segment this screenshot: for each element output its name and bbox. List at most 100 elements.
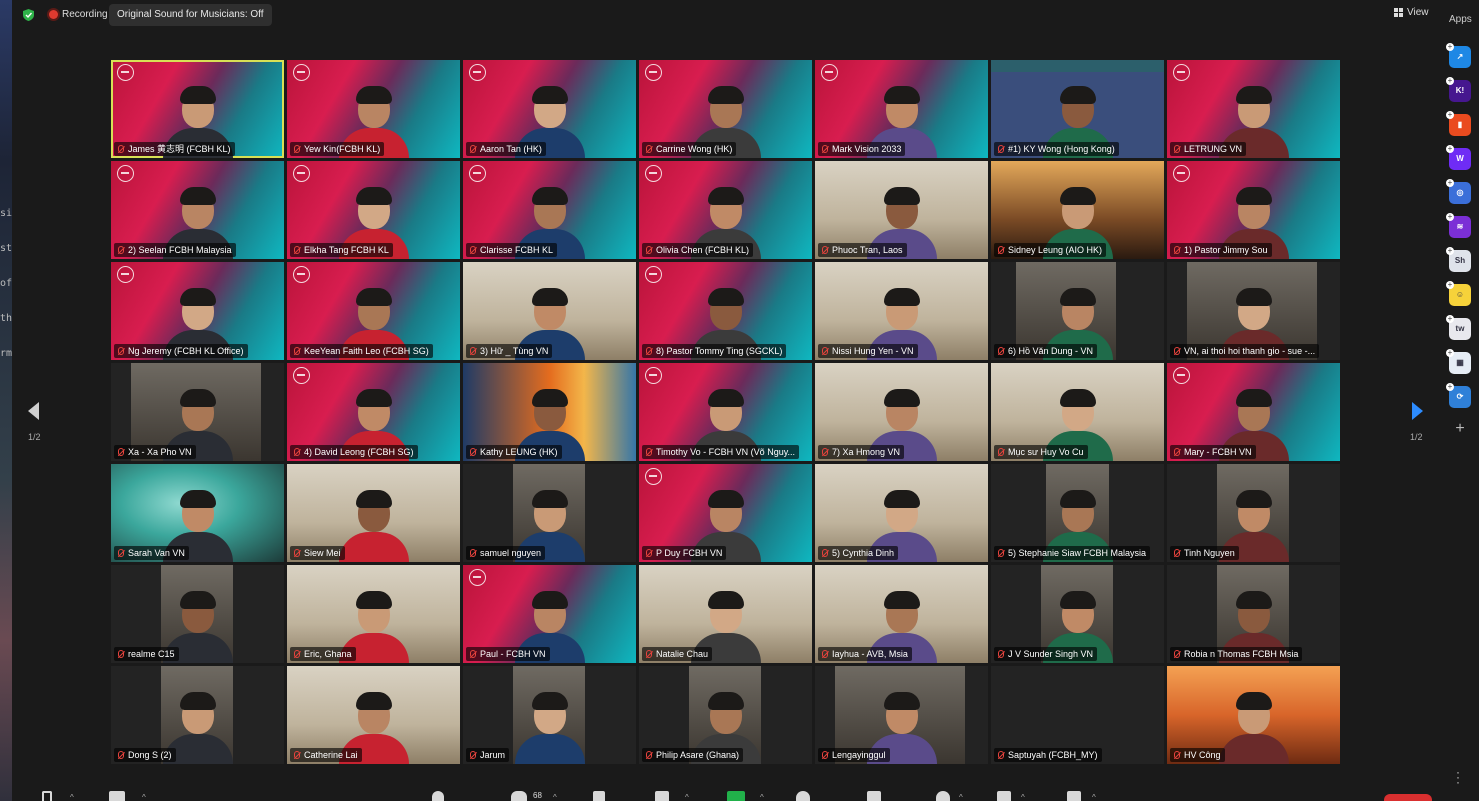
whiteboard-icon[interactable] xyxy=(1067,791,1081,801)
muted-mic-icon xyxy=(998,650,1004,658)
participant-tile[interactable]: Yew Kin(FCBH KL) xyxy=(287,60,460,158)
muted-mic-icon xyxy=(822,246,828,254)
participant-tile[interactable]: Siew Mei xyxy=(287,464,460,562)
participant-tile[interactable]: Natalie Chau xyxy=(639,565,812,663)
participant-name-tag: LETRUNG VN xyxy=(1170,142,1247,156)
participant-tile[interactable]: Mục sư Huy Vo Cu xyxy=(991,363,1164,461)
participant-tile[interactable]: Mary - FCBH VN xyxy=(1167,363,1340,461)
chat-options-caret-icon[interactable]: ^ xyxy=(685,793,689,801)
app-7-app-icon[interactable]: Sh + xyxy=(1446,247,1471,272)
app-w-app-icon[interactable]: W + xyxy=(1446,144,1471,170)
record-icon[interactable] xyxy=(796,791,810,801)
participant-tile[interactable]: #1) KY Wong (Hong Kong) xyxy=(991,60,1164,158)
reactions-icon[interactable] xyxy=(936,791,950,801)
participant-tile[interactable]: Paul - FCBH VN xyxy=(463,565,636,663)
app-1-app-icon[interactable]: ↗ + xyxy=(1446,43,1471,68)
participant-tile[interactable]: Timothy Vo - FCBH VN (Võ Nguy... xyxy=(639,363,812,461)
reactions-options-caret-icon[interactable]: ^ xyxy=(959,793,963,801)
participant-tile[interactable]: VN, ai thoi hoi thanh gio - sue -... xyxy=(1167,262,1340,360)
participant-tile[interactable]: Robia n Thomas FCBH Msia xyxy=(1167,565,1340,663)
start-video-icon[interactable] xyxy=(109,791,125,801)
participant-tile[interactable]: Tinh Nguyen xyxy=(1167,464,1340,562)
participant-hair xyxy=(1235,288,1272,306)
participant-tile[interactable]: Iayhua - AVB, Msia xyxy=(815,565,988,663)
participant-tile[interactable]: 3) Hữ _ Tùng VN xyxy=(463,262,636,360)
participant-tile[interactable]: 1) Pastor Jimmy Sou xyxy=(1167,161,1340,259)
app-8-app-icon[interactable]: ☺ + xyxy=(1446,280,1471,306)
participant-tile[interactable]: Aaron Tan (HK) xyxy=(463,60,636,158)
breakout-rooms-icon[interactable] xyxy=(867,791,881,801)
participant-tile[interactable]: James 黄志明 (FCBH KL) xyxy=(111,60,284,158)
participant-tile[interactable]: 2) Seelan FCBH Malaysia xyxy=(111,161,284,259)
participants-icon[interactable] xyxy=(511,791,527,801)
apps-options-caret-icon[interactable]: ^ xyxy=(1021,793,1025,801)
add-app-icon[interactable]: + xyxy=(1449,420,1471,438)
participant-tile[interactable]: Carrine Wong (HK) xyxy=(639,60,812,158)
participant-tile[interactable]: Nissi Hung Yen - VN xyxy=(815,262,988,360)
participant-tile[interactable]: Dong S (2) xyxy=(111,666,284,764)
next-page-arrow-icon[interactable] xyxy=(1412,402,1423,420)
app-3-app-icon[interactable]: ▮ + xyxy=(1446,111,1471,136)
participant-name: P Duy FCBH VN xyxy=(656,548,723,558)
participant-tile[interactable]: P Duy FCBH VN xyxy=(639,464,812,562)
muted-mic-icon xyxy=(646,145,652,153)
participant-video xyxy=(511,686,589,764)
participant-tile[interactable]: 5) Stephanie Siaw FCBH Malaysia xyxy=(991,464,1164,562)
whiteboard-options-caret-icon[interactable]: ^ xyxy=(1092,793,1096,801)
participant-tile[interactable]: J V Sunder Singh VN xyxy=(991,565,1164,663)
kahoot-app-icon[interactable]: K! + xyxy=(1446,77,1471,102)
more-options-icon[interactable]: · · · xyxy=(1456,766,1460,788)
participant-tile[interactable]: Clarisse FCBH KL xyxy=(463,161,636,259)
previous-page-arrow-icon[interactable] xyxy=(28,402,39,420)
app-11-app-icon[interactable]: ⟳ + xyxy=(1446,383,1471,408)
participant-tile[interactable]: 7) Xa Hmong VN xyxy=(815,363,988,461)
audio-options-caret-icon[interactable]: ^ xyxy=(70,793,74,801)
add-app-badge-icon: + xyxy=(1446,144,1454,153)
share-screen-icon[interactable] xyxy=(727,791,745,801)
participant-tile[interactable]: HV Công xyxy=(1167,666,1340,764)
participant-tile[interactable]: Xa - Xa Pho VN xyxy=(111,363,284,461)
muted-mic-icon xyxy=(646,448,652,456)
participant-tile[interactable]: 8) Pastor Tommy Ting (SGCKL) xyxy=(639,262,812,360)
share-options-caret-icon[interactable]: ^ xyxy=(760,793,764,801)
twine-app-icon[interactable]: tw + xyxy=(1446,315,1471,340)
participants-options-caret-icon[interactable]: ^ xyxy=(553,793,557,801)
participant-tile[interactable]: 6) Hồ Văn Dung - VN xyxy=(991,262,1164,360)
app-6-app-icon[interactable]: ≋ + xyxy=(1446,213,1471,238)
participant-tile[interactable]: Olivia Chen (FCBH KL) xyxy=(639,161,812,259)
polls-icon[interactable] xyxy=(593,791,605,801)
unmute-mic-icon[interactable] xyxy=(42,791,52,801)
security-icon[interactable] xyxy=(432,791,444,801)
video-options-caret-icon[interactable]: ^ xyxy=(142,793,146,801)
original-sound-toggle[interactable]: Original Sound for Musicians: Off xyxy=(109,4,272,26)
participant-tile[interactable]: Kathy LEUNG (HK) xyxy=(463,363,636,461)
chat-icon[interactable] xyxy=(655,791,669,801)
muted-mic-icon xyxy=(998,145,1004,153)
app-10-app-icon[interactable]: ▦ + xyxy=(1446,349,1471,374)
participant-tile[interactable]: Catherine Lai xyxy=(287,666,460,764)
app-5-app-icon[interactable]: ◎ + xyxy=(1446,179,1471,204)
participant-tile[interactable]: Jarum xyxy=(463,666,636,764)
participant-tile[interactable]: 4) David Leong (FCBH SG) xyxy=(287,363,460,461)
participant-tile[interactable]: Mark Vision 2033 xyxy=(815,60,988,158)
participant-tile[interactable]: Eric, Ghana xyxy=(287,565,460,663)
participant-tile[interactable]: LETRUNG VN xyxy=(1167,60,1340,158)
end-meeting-button[interactable] xyxy=(1384,794,1432,801)
apps-toolbar-icon[interactable] xyxy=(997,791,1011,801)
participant-tile[interactable]: realme C15 xyxy=(111,565,284,663)
participant-hair xyxy=(883,389,920,407)
participant-tile[interactable]: 5) Cynthia Dinh xyxy=(815,464,988,562)
participant-tile[interactable]: Sarah Van VN xyxy=(111,464,284,562)
participant-tile[interactable]: Phuoc Tran, Laos xyxy=(815,161,988,259)
view-button[interactable]: View xyxy=(1394,7,1429,18)
participant-tile[interactable]: Saptuyah (FCBH_MY) xyxy=(991,666,1164,764)
participant-tile[interactable]: Lengayinggul xyxy=(815,666,988,764)
participant-tile[interactable]: KeeYean Faith Leo (FCBH SG) xyxy=(287,262,460,360)
participant-tile[interactable]: samuel nguyen xyxy=(463,464,636,562)
participant-tile[interactable]: Ng Jeremy (FCBH KL Office) xyxy=(111,262,284,360)
participant-tile[interactable]: Philip Asare (Ghana) xyxy=(639,666,812,764)
participant-tile[interactable]: Sidney Leung (AIO HK) xyxy=(991,161,1164,259)
add-app-badge-icon: + xyxy=(1446,280,1454,289)
participant-tile[interactable]: Elkha Tang FCBH KL xyxy=(287,161,460,259)
participant-name: Mục sư Huy Vo Cu xyxy=(1008,447,1084,457)
